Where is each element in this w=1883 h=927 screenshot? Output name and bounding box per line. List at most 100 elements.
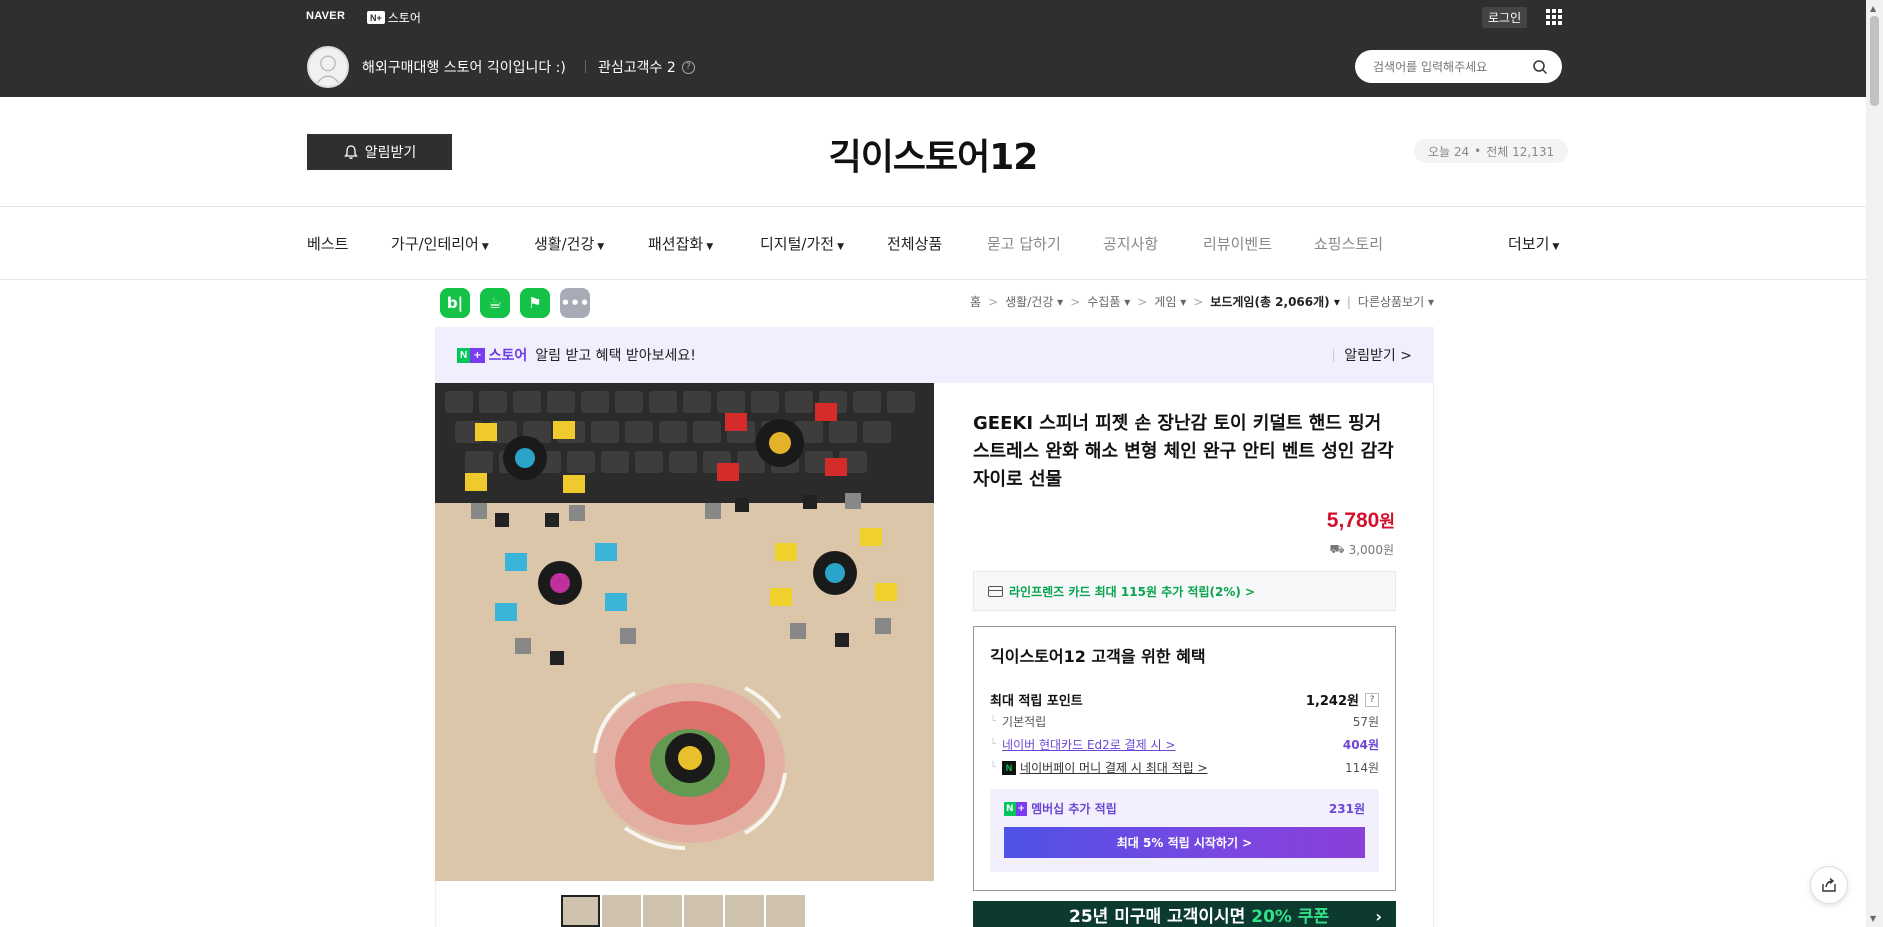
nav-label: 리뷰이벤트 — [1203, 235, 1273, 253]
nplus-store-badge: N + — [457, 347, 485, 363]
apps-grid-icon[interactable] — [1546, 9, 1562, 25]
visit-dot: • — [1474, 144, 1482, 158]
chevron-down-icon: ▼ — [1552, 242, 1560, 252]
blog-share-icon[interactable]: b| — [440, 288, 470, 318]
membership-box: N + 멤버십 추가 적립 231원 최대 5% 적립 시작하기 > — [990, 789, 1379, 872]
npay-money-link[interactable]: 네이버페이 머니 결제 시 최대 적립 > — [1020, 759, 1208, 776]
breadcrumb-home[interactable]: 홈 — [970, 293, 981, 310]
membership-value: 231원 — [1328, 802, 1365, 816]
search-input[interactable] — [1373, 59, 1532, 74]
chevron-down-icon: ▼ — [481, 242, 489, 252]
breadcrumb-separator: | — [1346, 294, 1351, 309]
thumbnail[interactable] — [725, 895, 764, 927]
breadcrumb: 홈 > 생활/건강 ▾ > 수집품 ▾ > 게임 ▾ > 보드게임(총 2,06… — [970, 293, 1434, 310]
breadcrumb-c1[interactable]: 생활/건강 ▾ — [1005, 293, 1063, 310]
benefit-title: 긱이스토어12 고객을 위한 혜택 — [990, 647, 1206, 666]
basic-points-value: 57원 — [1352, 715, 1379, 729]
thumbnail[interactable] — [684, 895, 723, 927]
divider — [1333, 348, 1335, 362]
breadcrumb-separator: > — [1070, 294, 1081, 309]
share-icon — [1822, 877, 1836, 892]
nav-item-digital[interactable]: 디지털/가전 ▼ — [760, 233, 844, 254]
thumbnail[interactable] — [602, 895, 641, 927]
store-title[interactable]: 긱이스토어12 — [0, 128, 1866, 180]
thumbnail[interactable] — [643, 895, 682, 927]
breadcrumb-separator: > — [988, 294, 999, 309]
card-offer-text: 라인프렌즈 카드 최대 115원 추가 적립(2%) > — [1009, 584, 1256, 599]
badge-n: N — [457, 347, 471, 363]
nav-item-all-products[interactable]: 전체상품 — [887, 233, 942, 254]
nav-divider — [0, 279, 1866, 280]
product-main-image[interactable] — [435, 383, 934, 881]
thumbnail-strip — [561, 895, 805, 927]
breadcrumb-c2[interactable]: 수집품 ▾ — [1087, 293, 1130, 310]
interest-customers: 관심고객수 2 ? — [598, 57, 695, 77]
naver-store-logo[interactable]: N+ 스토어 — [367, 9, 421, 26]
breadcrumb-separator: > — [1137, 294, 1148, 309]
store-avatar[interactable] — [307, 46, 349, 88]
delivery-fee: ⛟ 3,000원 — [1329, 541, 1394, 558]
scroll-down-icon[interactable]: ▼ — [1870, 914, 1876, 923]
scroll-up-icon[interactable]: ▲ — [1870, 4, 1876, 13]
fidget-spinner-photo — [435, 383, 934, 881]
bookmark-share-icon[interactable]: ⚑ — [520, 288, 550, 318]
search-box[interactable] — [1355, 50, 1562, 83]
promo-alarm-link[interactable]: 알림받기 > — [1344, 345, 1412, 365]
basic-points-label: 기본적립 — [1002, 715, 1047, 729]
header-divider — [0, 206, 1866, 207]
card-offer[interactable]: 라인프렌즈 카드 최대 115원 추가 적립(2%) > — [973, 571, 1396, 611]
coupon-banner[interactable]: 25년 미구매 고객이시면 20% 쿠폰 › — [973, 901, 1396, 927]
hyundai-card-link[interactable]: 네이버 현대카드 Ed2로 결제 시 > — [1002, 736, 1175, 753]
price-unit: 원 — [1379, 512, 1395, 531]
help-icon[interactable]: ? — [681, 60, 695, 74]
nav-item-review-event[interactable]: 리뷰이벤트 — [1203, 233, 1272, 254]
truck-icon: ⛟ — [1329, 541, 1345, 556]
thumbnail[interactable] — [561, 895, 600, 927]
nav-item-furniture[interactable]: 가구/인테리어 ▼ — [391, 233, 489, 254]
floating-share-button[interactable] — [1810, 866, 1848, 904]
product-price: 5,780원 — [1327, 507, 1395, 533]
interest-label: 관심고객수 2 — [598, 60, 676, 76]
breadcrumb-c3[interactable]: 게임 ▾ — [1154, 293, 1186, 310]
promo-text: 알림 받고 혜택 받아보세요! — [535, 348, 696, 364]
nav-label: 공지사항 — [1103, 235, 1159, 253]
store-logo-label: 스토어 — [387, 11, 421, 25]
cafe-share-icon[interactable]: ☕ — [480, 288, 510, 318]
nav-item-best[interactable]: 베스트 — [307, 233, 348, 254]
search-icon[interactable] — [1532, 59, 1548, 75]
nav-more[interactable]: 더보기 ▼ — [1508, 233, 1559, 254]
store-alarm-promo: N + 스토어 알림 받고 혜택 받아보세요! 알림받기 > — [435, 327, 1434, 383]
breadcrumb-c4[interactable]: 보드게임(총 2,066개) ▾ — [1210, 293, 1340, 310]
more-share-icon[interactable]: ••• — [560, 288, 590, 318]
visit-total: 전체 12,131 — [1486, 144, 1555, 159]
hyundai-card-row: └ 네이버 현대카드 Ed2로 결제 시 > 404원 — [990, 736, 1379, 753]
scroll-thumb[interactable] — [1870, 16, 1879, 106]
membership-start-button[interactable]: 최대 5% 적립 시작하기 > — [1004, 827, 1365, 858]
nav-item-shopping-story[interactable]: 쇼핑스토리 — [1314, 233, 1383, 254]
chevron-down-icon: ▼ — [597, 242, 605, 252]
promo-store-word: 스토어 — [488, 348, 528, 364]
benefit-box: 긱이스토어12 고객을 위한 혜택 최대 적립 포인트 1,242원 ? └ 기… — [973, 626, 1396, 891]
nav-label: 베스트 — [307, 235, 349, 253]
other-products-link[interactable]: 다른상품보기 ▾ — [1358, 293, 1434, 310]
nav-label: 묻고 답하기 — [987, 235, 1061, 253]
share-icons: b| ☕ ⚑ ••• — [440, 288, 590, 318]
nplus-membership-badge: N + — [1004, 801, 1028, 816]
thumbnail[interactable] — [766, 895, 805, 927]
banner-highlight: 20% 쿠폰 — [1251, 907, 1330, 927]
naver-logo[interactable]: NAVER — [306, 10, 345, 22]
page-scrollbar[interactable]: ▲ ▼ — [1866, 0, 1883, 927]
npay-money-value: 114원 — [1345, 761, 1379, 775]
nav-item-living[interactable]: 생활/건강 ▼ — [534, 233, 604, 254]
nav-item-fashion[interactable]: 패션잡화 ▼ — [648, 233, 713, 254]
breadcrumb-label: 보드게임(총 2,066개) — [1210, 295, 1330, 309]
help-icon[interactable]: ? — [1365, 692, 1379, 707]
top-bar: NAVER N+ 스토어 로그인 해외구매대행 스토어 긱이입니다 :) 관심고… — [0, 0, 1866, 97]
login-button[interactable]: 로그인 — [1482, 7, 1528, 28]
nplus-badge: N+ — [367, 11, 385, 24]
nav-item-notice[interactable]: 공지사항 — [1103, 233, 1158, 254]
nav-item-qna[interactable]: 묻고 답하기 — [987, 233, 1061, 254]
nav-label: 전체상품 — [887, 235, 943, 253]
basic-points-row: └ 기본적립 57원 — [990, 713, 1379, 730]
breadcrumb-label: 수집품 — [1087, 295, 1121, 309]
